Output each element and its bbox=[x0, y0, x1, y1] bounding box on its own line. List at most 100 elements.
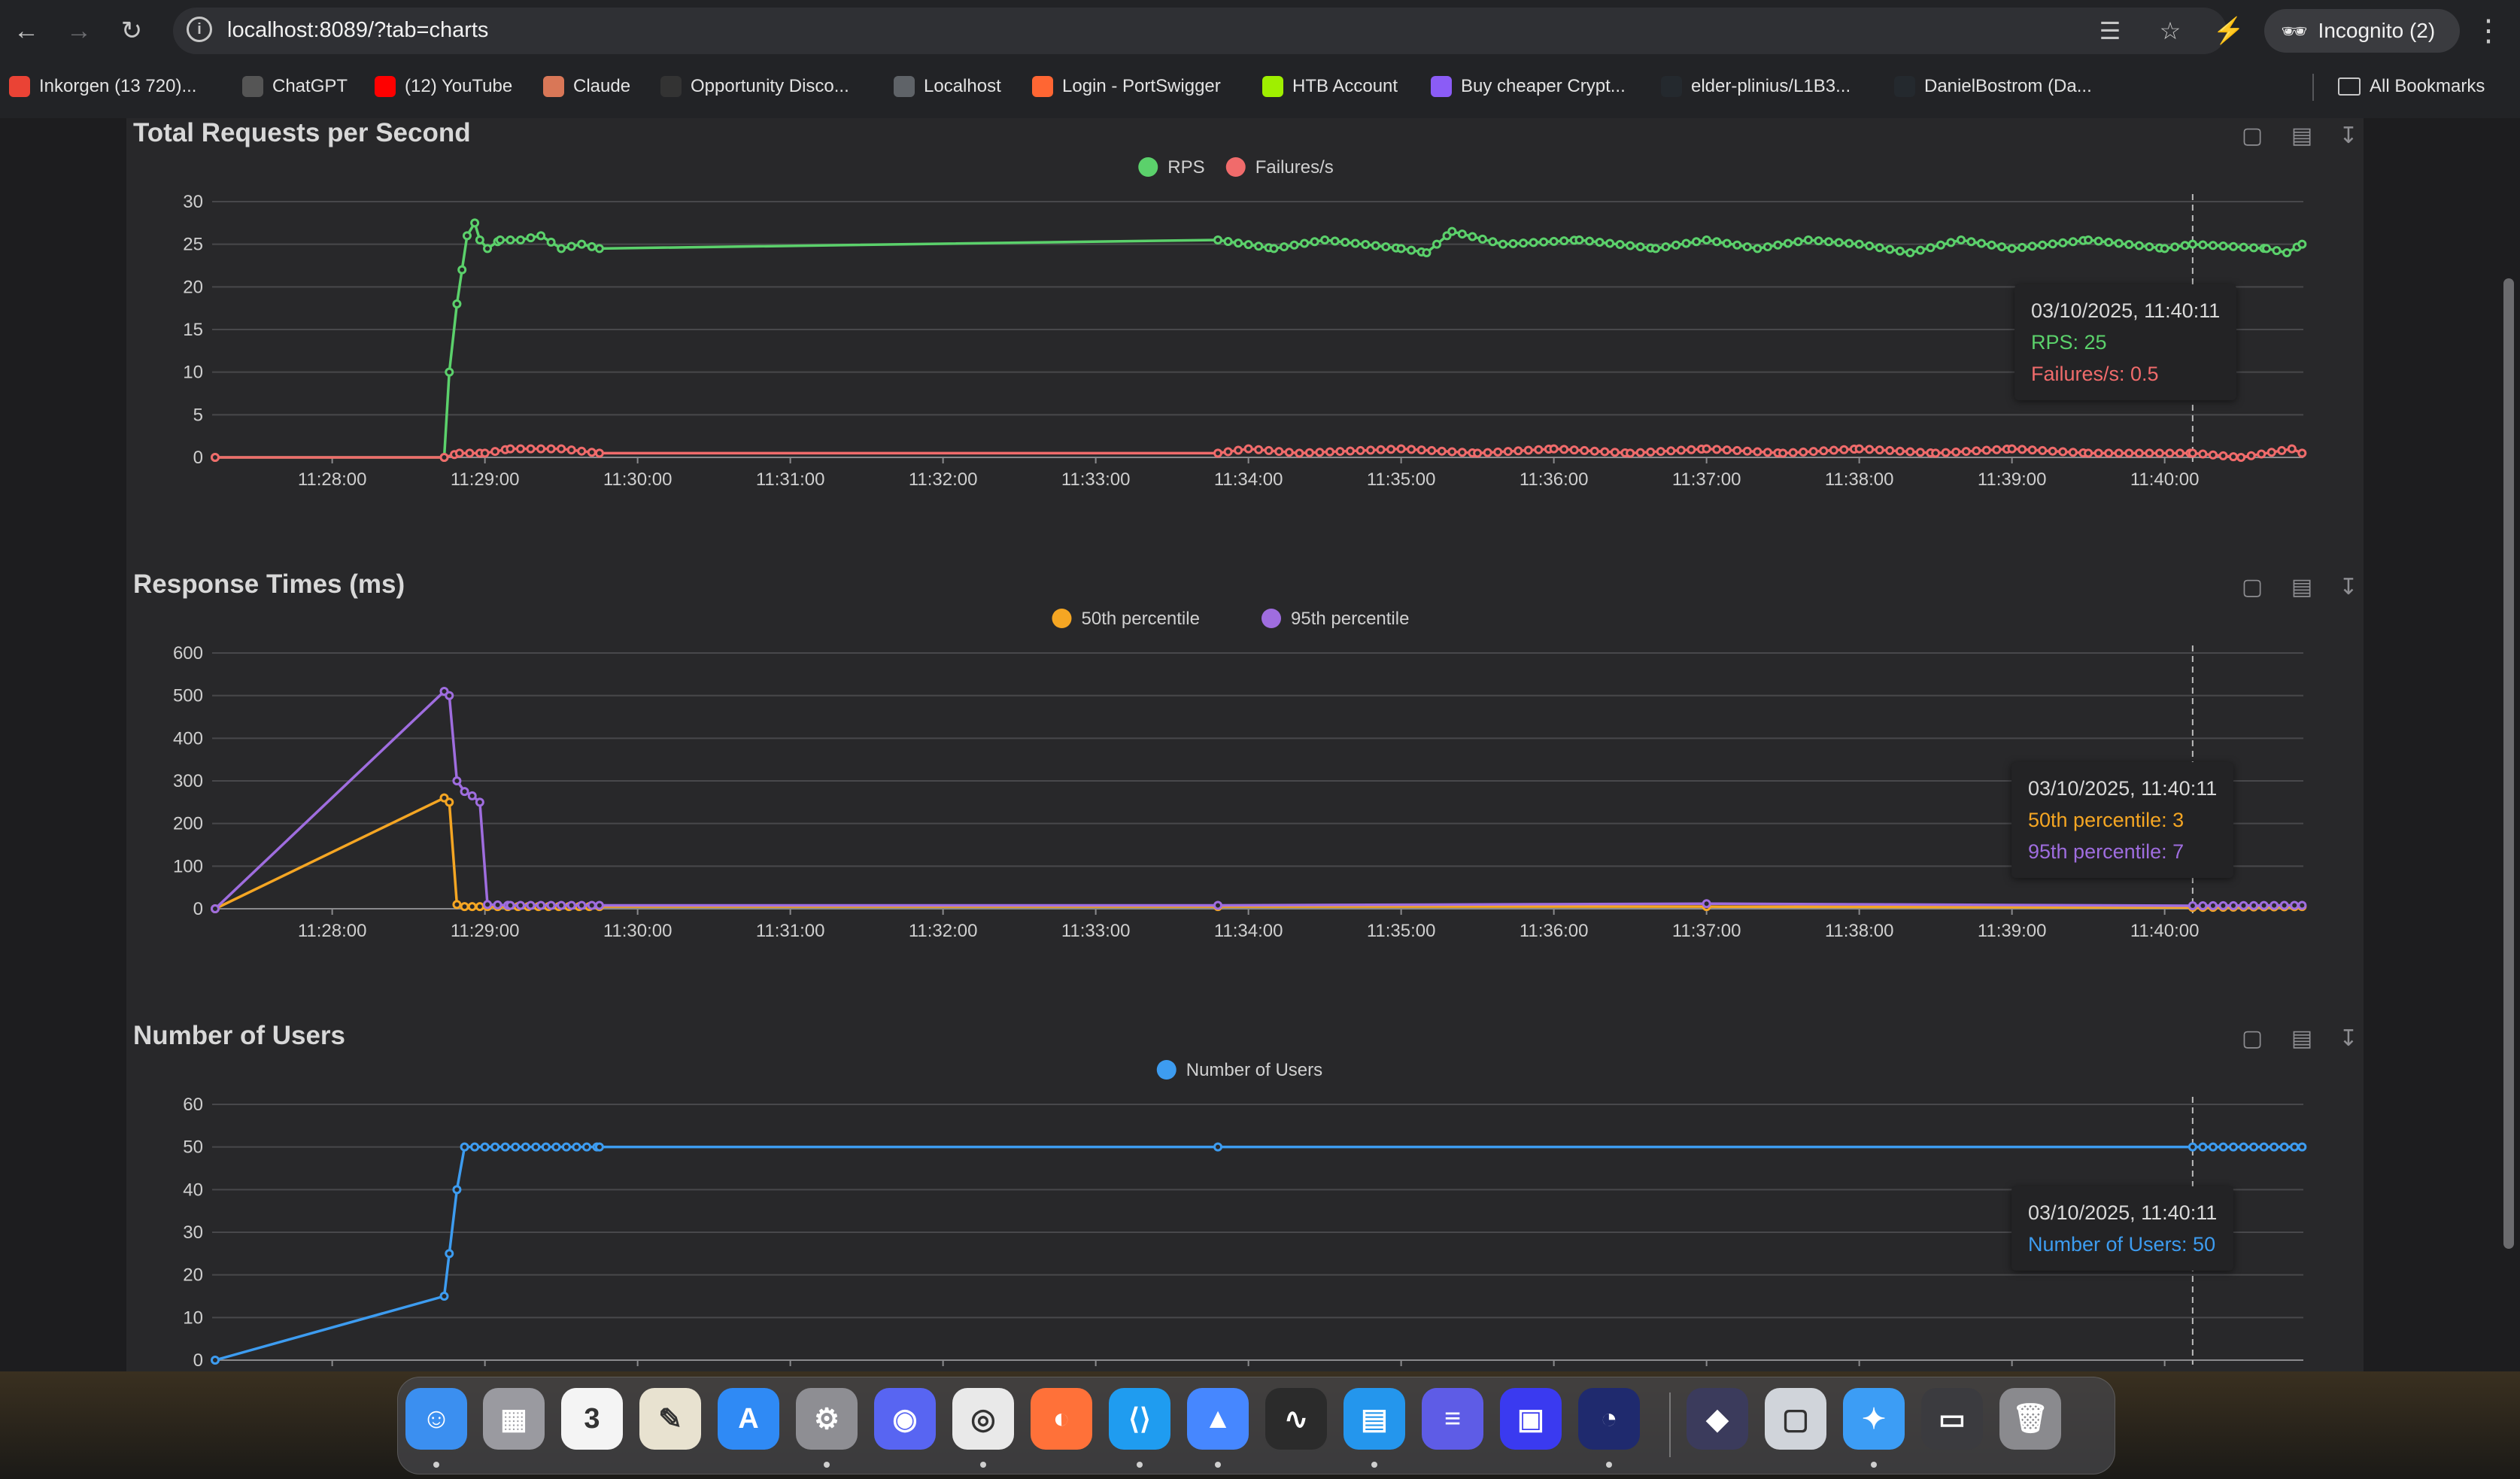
terminal-icon[interactable]: ▣ bbox=[1500, 1388, 1562, 1450]
bookmark-label: Login - PortSwigger bbox=[1062, 76, 1221, 96]
app-store-icon[interactable]: A bbox=[718, 1388, 779, 1450]
running-indicator bbox=[980, 1462, 986, 1468]
chart-tooltip: 03/10/2025, 11:40:11 50th percentile: 3 95… bbox=[2011, 762, 2234, 878]
bookmark-item[interactable]: Claude bbox=[543, 72, 630, 101]
safari-icon[interactable]: ✦ bbox=[1843, 1388, 1905, 1450]
site-info-icon[interactable]: i bbox=[187, 17, 212, 42]
crypto-icon bbox=[1431, 76, 1452, 97]
gmail-icon bbox=[9, 76, 30, 97]
globe-icon bbox=[894, 76, 915, 97]
reload-icon[interactable]: ↻ bbox=[114, 14, 149, 48]
bookmark-item[interactable]: Inkorgen (13 720)... bbox=[9, 72, 196, 101]
claude-icon bbox=[543, 76, 564, 97]
extensions-icon[interactable]: ⚡ bbox=[2212, 14, 2246, 48]
bookmarks-divider bbox=[2312, 74, 2314, 101]
running-indicator bbox=[1137, 1462, 1143, 1468]
running-indicator bbox=[433, 1462, 439, 1468]
all-bookmarks-button[interactable]: All Bookmarks bbox=[2338, 72, 2485, 101]
bookmark-item[interactable]: ChatGPT bbox=[242, 72, 348, 101]
address-bar[interactable]: i localhost:8089/?tab=charts ☰ ☆ bbox=[173, 8, 2227, 54]
download-icon[interactable]: ↧ bbox=[2335, 1025, 2362, 1052]
tooltip-value: 95th percentile: 7 bbox=[2028, 840, 2185, 863]
translate-icon[interactable]: ☰ bbox=[2096, 17, 2124, 45]
bookmark-label: HTB Account bbox=[1292, 76, 1398, 96]
firefox-icon[interactable]: ◐ bbox=[1031, 1388, 1092, 1450]
screenshot-icon[interactable]: ▭ bbox=[1921, 1388, 1983, 1450]
bookmark-label: Inkorgen (13 720)... bbox=[39, 76, 197, 96]
forward-arrow-icon[interactable]: → bbox=[62, 14, 96, 48]
docker-icon[interactable]: ▤ bbox=[1343, 1388, 1405, 1450]
bookmark-item[interactable]: (12) YouTube bbox=[375, 72, 512, 101]
zoom-icon[interactable]: ▢ bbox=[2239, 1025, 2266, 1052]
bookmark-label: DanielBostrom (Da... bbox=[1924, 76, 2092, 96]
all-bookmarks-label: All Bookmarks bbox=[2370, 76, 2485, 96]
tooltip-value: Number of Users: 50 bbox=[2028, 1233, 2216, 1256]
running-indicator bbox=[1215, 1462, 1221, 1468]
chart-toolbox: ▢ ▤ ↧ bbox=[2239, 573, 2358, 603]
tooltip-time: 03/10/2025, 11:40:11 bbox=[2031, 299, 2221, 322]
bookmark-item[interactable]: DanielBostrom (Da... bbox=[1894, 72, 2092, 101]
bookmark-label: (12) YouTube bbox=[405, 76, 513, 96]
chart-title: Number of Users bbox=[133, 1021, 346, 1050]
bookmarks-bar: Inkorgen (13 720)... ChatGPT (12) YouTube C… bbox=[0, 66, 2520, 107]
bookmark-item[interactable]: Buy cheaper Crypt... bbox=[1431, 72, 1626, 101]
nordvpn-icon[interactable]: ▲ bbox=[1187, 1388, 1249, 1450]
bookmark-label: Localhost bbox=[924, 76, 1001, 96]
portswigger-icon bbox=[1032, 76, 1053, 97]
browser-menu-icon[interactable]: ⋮ bbox=[2473, 14, 2503, 48]
running-indicator bbox=[1606, 1462, 1612, 1468]
linear-icon[interactable]: ≡ bbox=[1422, 1388, 1483, 1450]
download-icon[interactable]: ↧ bbox=[2335, 122, 2362, 149]
textedit-icon[interactable]: ✎ bbox=[639, 1388, 701, 1450]
tooltip-value: 50th percentile: 3 bbox=[2028, 809, 2185, 831]
tooltip-time: 03/10/2025, 11:40:11 bbox=[2028, 777, 2218, 800]
trash-icon[interactable]: 🗑 bbox=[1999, 1388, 2061, 1450]
chart-title: Total Requests per Second bbox=[133, 118, 471, 147]
incognito-button[interactable]: 🕶 Incognito (2) bbox=[2264, 9, 2460, 53]
download-icon[interactable]: ↧ bbox=[2335, 573, 2362, 600]
incognito-icon: 🕶 bbox=[2281, 19, 2308, 43]
chart-toolbox: ▢ ▤ ↧ bbox=[2239, 122, 2358, 152]
h-icon bbox=[660, 76, 682, 97]
url-text[interactable]: localhost:8089/?tab=charts bbox=[227, 18, 488, 43]
launchpad-icon[interactable]: ▦ bbox=[483, 1388, 545, 1450]
discord-icon[interactable]: ◉ bbox=[874, 1388, 936, 1450]
bookmark-label: Opportunity Disco... bbox=[691, 76, 849, 96]
restore-icon[interactable]: ▤ bbox=[2288, 1025, 2315, 1052]
bookmark-item[interactable]: Opportunity Disco... bbox=[660, 72, 849, 101]
preview-icon[interactable]: ▢ bbox=[1765, 1388, 1826, 1450]
vscode-icon[interactable]: ⟨⟩ bbox=[1109, 1388, 1170, 1450]
bookmark-item[interactable]: HTB Account bbox=[1262, 72, 1398, 101]
system-settings-icon[interactable]: ⚙ bbox=[796, 1388, 858, 1450]
restore-icon[interactable]: ▤ bbox=[2288, 573, 2315, 600]
github-icon bbox=[1894, 76, 1915, 97]
activity-monitor-icon[interactable]: ∿ bbox=[1265, 1388, 1327, 1450]
bookmark-star-icon[interactable]: ☆ bbox=[2156, 17, 2185, 45]
scrollbar-thumb[interactable] bbox=[2503, 278, 2514, 1249]
zoom-icon[interactable]: ▢ bbox=[2239, 573, 2266, 600]
ghost-icon[interactable]: ◔ bbox=[1578, 1388, 1640, 1450]
bookmark-item[interactable]: Localhost bbox=[894, 72, 1001, 101]
bookmark-label: ChatGPT bbox=[272, 76, 348, 96]
finder-icon[interactable]: ☺ bbox=[405, 1388, 467, 1450]
chart-tooltip: 03/10/2025, 11:40:11 RPS: 25 Failures/s: 0… bbox=[2014, 284, 2237, 400]
tooltip-value: Failures/s: 0.5 bbox=[2031, 363, 2159, 385]
back-arrow-icon[interactable]: ← bbox=[9, 14, 44, 48]
restore-icon[interactable]: ▤ bbox=[2288, 122, 2315, 149]
calendar-icon[interactable]: 3 bbox=[561, 1388, 623, 1450]
bookmark-item[interactable]: Login - PortSwigger bbox=[1032, 72, 1221, 101]
youtube-icon bbox=[375, 76, 396, 97]
chart-title: Response Times (ms) bbox=[133, 569, 405, 599]
bookmark-label: Claude bbox=[573, 76, 631, 96]
htb-icon bbox=[1262, 76, 1283, 97]
chrome-icon[interactable]: ◎ bbox=[952, 1388, 1014, 1450]
folder-icon bbox=[2338, 77, 2361, 96]
browser-toolbar: ← → ↻ i localhost:8089/?tab=charts ☰ ☆ ⚡… bbox=[0, 0, 2520, 62]
bookmark-item[interactable]: elder-plinius/L1B3... bbox=[1661, 72, 1851, 101]
obsidian-icon[interactable]: ◆ bbox=[1687, 1388, 1748, 1450]
macos-dock: ☺ ▦ 3 ✎ A ⚙ ◉ ◎ ◐ ⟨⟩ ▲ ∿ ▤ ≡ ▣ ◔ ◆ ▢ ✦ ▭ 🗑 bbox=[397, 1377, 2115, 1474]
zoom-icon[interactable]: ▢ bbox=[2239, 122, 2266, 149]
tooltip-value: RPS: 25 bbox=[2031, 331, 2107, 354]
dock-separator bbox=[1669, 1392, 1671, 1457]
browser-chrome: ← → ↻ i localhost:8089/?tab=charts ☰ ☆ ⚡… bbox=[0, 0, 2520, 118]
